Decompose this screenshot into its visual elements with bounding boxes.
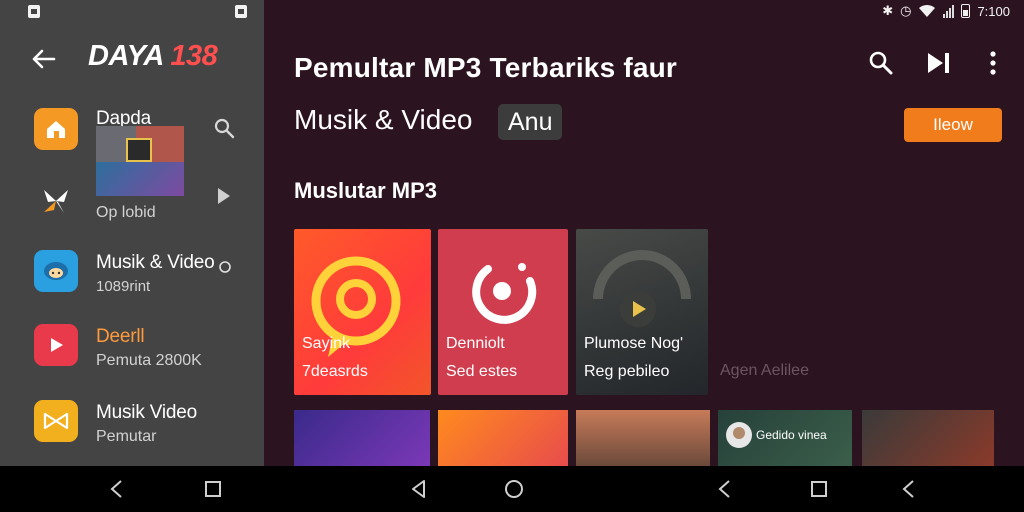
album-card[interactable]: Denniolt Sed estes bbox=[438, 229, 568, 395]
card-subtitle: Sed estes bbox=[446, 363, 518, 380]
brand-logo: DAYA 138 bbox=[88, 40, 218, 73]
media-tile[interactable] bbox=[862, 410, 994, 466]
play-icon bbox=[34, 324, 78, 366]
sidebar-item-sublabel: 1089rint bbox=[96, 278, 151, 295]
brand-name: DAYA bbox=[88, 40, 163, 72]
back-nav-icon[interactable] bbox=[714, 478, 736, 500]
skip-next-icon[interactable] bbox=[924, 48, 954, 78]
signal-icon bbox=[943, 4, 955, 18]
sidebar: DAYA 138 Dapda Op lobid Musik & Video 10… bbox=[0, 0, 264, 466]
pig-icon bbox=[34, 250, 78, 292]
back-nav-icon[interactable] bbox=[106, 478, 128, 500]
card-title: Denniolt bbox=[446, 335, 505, 352]
media-tile[interactable] bbox=[576, 410, 710, 466]
tile-label: Gedido vinea bbox=[756, 428, 827, 442]
back-nav-icon[interactable] bbox=[898, 478, 920, 500]
section-title: Muslutar MP3 bbox=[294, 178, 438, 203]
page-subtitle: Musik & Video bbox=[294, 104, 473, 135]
notification-icon bbox=[235, 5, 247, 18]
search-icon[interactable] bbox=[212, 116, 236, 140]
bowtie-icon bbox=[34, 400, 78, 442]
search-icon[interactable] bbox=[866, 48, 896, 78]
recents-nav-icon[interactable] bbox=[808, 478, 830, 500]
sidebar-item-label: Deerll bbox=[96, 326, 145, 347]
status-indicators: ✱ ◷ 7:100 bbox=[882, 3, 1010, 19]
new-button[interactable]: Ileow bbox=[904, 108, 1002, 142]
back-arrow-icon[interactable] bbox=[28, 44, 58, 74]
page-title: Pemultar MP3 Terbariks faur bbox=[294, 52, 678, 83]
battery-icon bbox=[961, 4, 971, 18]
sidebar-item-label: Musik & Video bbox=[96, 252, 215, 273]
navigation-bar bbox=[0, 466, 1024, 512]
card-title: Sayink bbox=[302, 335, 351, 352]
pinwheel-icon bbox=[44, 190, 68, 213]
card-subtitle: Reg pebileo bbox=[584, 363, 670, 380]
home-icon bbox=[34, 108, 78, 150]
brand-number: 138 bbox=[170, 40, 218, 72]
notification-icon bbox=[28, 5, 40, 18]
cursor-arrow-icon bbox=[218, 188, 230, 204]
sidebar-item-sublabel: Pemutar bbox=[96, 428, 157, 445]
sidebar-item-sublabel: Op lobid bbox=[96, 204, 156, 221]
more-vert-icon[interactable] bbox=[978, 48, 1008, 78]
back-nav-icon[interactable] bbox=[408, 478, 430, 500]
status-time: 7:100 bbox=[977, 3, 1010, 19]
card-caption: Agen Aelilee bbox=[720, 362, 809, 379]
recents-nav-icon[interactable] bbox=[202, 478, 224, 500]
bluetooth-icon: ✱ bbox=[882, 3, 894, 18]
media-tile[interactable]: Gedido vinea bbox=[718, 410, 852, 466]
media-tile[interactable] bbox=[438, 410, 568, 466]
card-title: Plumose Nog' bbox=[584, 335, 684, 352]
loading-icon bbox=[219, 261, 231, 273]
sidebar-item-deerll[interactable]: Deerll Pemuta 2800K bbox=[0, 320, 264, 390]
avatar bbox=[726, 422, 752, 448]
category-chip[interactable]: Anu bbox=[498, 104, 563, 140]
sidebar-item-musik-video[interactable]: Musik & Video 1089rint bbox=[0, 246, 264, 316]
album-card[interactable]: Sayink 7deasrds bbox=[294, 229, 431, 395]
wifi-icon bbox=[919, 4, 936, 17]
sidebar-item-musik-video-pemutar[interactable]: Musik Video Pemutar bbox=[0, 396, 264, 466]
sidebar-item-label: Musik Video bbox=[96, 402, 197, 423]
main-content: Pemultar MP3 Terbariks faur Musik & Vide… bbox=[264, 0, 1024, 466]
sidebar-item-sublabel: Pemuta 2800K bbox=[96, 352, 202, 369]
alarm-icon: ◷ bbox=[900, 3, 912, 18]
album-card[interactable]: Plumose Nog' Reg pebileo bbox=[576, 229, 708, 395]
home-nav-icon[interactable] bbox=[503, 478, 525, 500]
status-bar: ✱ ◷ 7:100 bbox=[0, 0, 1024, 24]
media-tile[interactable] bbox=[294, 410, 430, 466]
card-subtitle: 7deasrds bbox=[302, 363, 368, 380]
